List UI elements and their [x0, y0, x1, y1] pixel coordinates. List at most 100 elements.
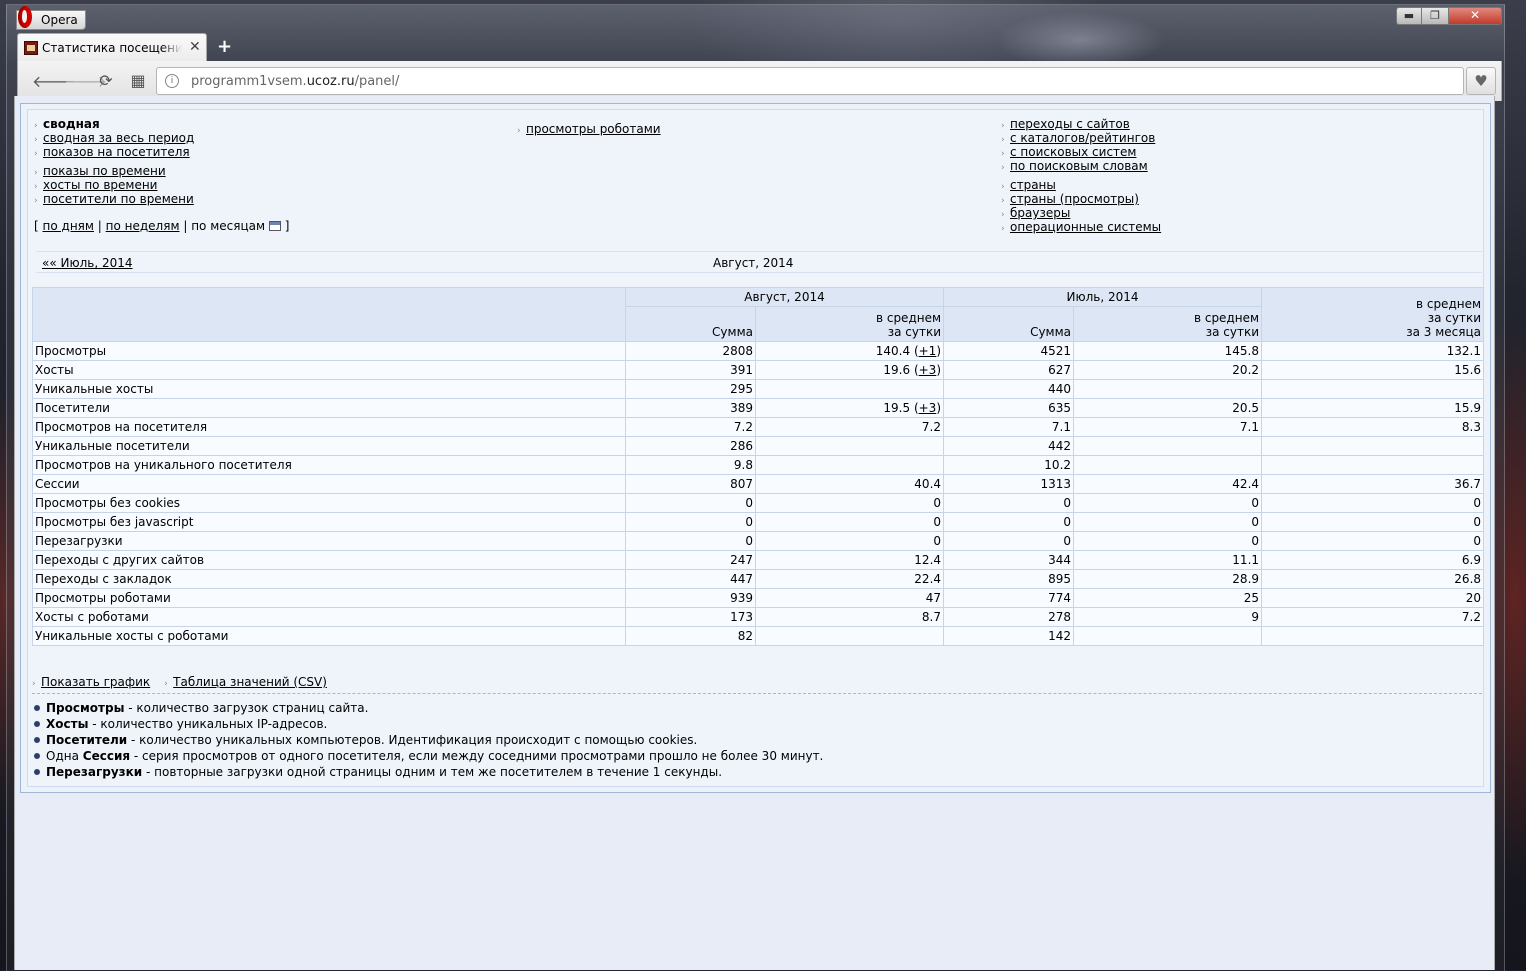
cell-avg-3-months: 7.2: [1261, 607, 1485, 627]
cell-aug-avg: [754, 626, 945, 646]
opera-menu-button[interactable]: Opera: [16, 6, 86, 30]
cell-aug-avg: [754, 455, 945, 475]
url-prefix: programm1vsem.: [191, 74, 307, 89]
minimize-button[interactable]: ▬: [1396, 7, 1422, 25]
cell-aug-avg: 140.4 (+1): [754, 341, 945, 361]
current-month-label: Август, 2014: [713, 256, 794, 270]
table-row: Переходы с других сайтов 247 12.4 344 11.1 6.…: [32, 550, 1485, 570]
header-jul-avg: в среднем за сутки: [1073, 306, 1263, 342]
period-by-months-label: по месяцам: [191, 219, 266, 233]
aug-avg-value: 0: [933, 534, 942, 548]
cell-aug-sum: 389: [625, 398, 756, 418]
aug-avg-value: 40.4: [914, 477, 942, 491]
period-by-weeks-link[interactable]: по неделям: [106, 219, 180, 233]
cell-jul-sum: 442: [943, 436, 1075, 456]
row-label: Просмотры роботами: [32, 588, 626, 608]
legend-description: - серия просмотров от одного посетителя,…: [130, 749, 824, 763]
paren: ): [936, 344, 942, 358]
forward-arrow-icon[interactable]: 🡒: [64, 71, 107, 91]
cell-aug-sum: 939: [625, 588, 756, 608]
address-bar[interactable]: i programm1vsem.ucoz.ru/panel/: [156, 67, 1464, 95]
aug-avg-value: 47: [925, 591, 942, 605]
table-row: Уникальные посетители 286 442: [32, 436, 1485, 456]
aug-avg-value: 19.6: [883, 363, 911, 377]
legend-prefix: Одна: [46, 749, 83, 763]
row-label: Уникальные посетители: [32, 436, 626, 456]
cell-jul-avg: 9: [1073, 607, 1263, 627]
row-label: Просмотров на уникального посетителя: [32, 455, 626, 475]
table-row: Посетители 389 19.5 (+3) 635 20.5 15.9: [32, 398, 1485, 418]
bullet-icon: [34, 737, 40, 743]
tab-stats[interactable]: Статистика посещений сайта ✕: [17, 33, 207, 61]
cell-jul-avg: 42.4: [1073, 474, 1263, 494]
table-row: Просмотров на посетителя 7.2 7.2 7.1 7.1 8.3: [32, 417, 1485, 437]
cell-jul-sum: 0: [943, 531, 1075, 551]
header-metric: [32, 287, 626, 342]
footer-links: › Показать график › Таблица значений (CSV): [32, 675, 327, 689]
legend-item: Хосты - количество уникальных IP-адресов…: [34, 716, 823, 732]
cell-avg-3-months: 20: [1261, 588, 1485, 608]
nav-item-robot-views[interactable]: › просмотры роботами: [517, 122, 661, 138]
aug-avg-value: 8.7: [921, 610, 942, 624]
cell-avg-3-months: 15.9: [1261, 398, 1485, 418]
cell-jul-avg: 145.8: [1073, 341, 1263, 361]
chevron-right-icon: ›: [34, 196, 38, 206]
chevron-right-icon: ›: [517, 126, 521, 136]
row-label: Хосты с роботами: [32, 607, 626, 627]
aug-delta-link[interactable]: +3: [919, 363, 937, 377]
nav-item-search-words[interactable]: › по поисковым словам: [1001, 159, 1148, 175]
prev-month-link[interactable]: «« Июль, 2014: [42, 256, 133, 270]
table-row: Просмотры роботами 939 47 774 25 20: [32, 588, 1485, 608]
row-label: Просмотры без javascript: [32, 512, 626, 532]
cell-avg-3-months: [1261, 379, 1485, 399]
back-arrow-icon[interactable]: 🡐: [32, 71, 75, 91]
new-tab-button[interactable]: +: [217, 36, 232, 57]
aug-delta-link[interactable]: +1: [919, 344, 937, 358]
header-august: Август, 2014: [624, 287, 945, 307]
cell-aug-sum: 0: [625, 512, 756, 532]
cell-aug-avg: [754, 379, 945, 399]
show-chart-link[interactable]: Показать график: [41, 675, 150, 689]
table-row: Уникальные хосты с роботами 82 142: [32, 626, 1485, 646]
divider: [36, 272, 1482, 273]
legend-item: Просмотры - количество загрузок страниц …: [34, 700, 823, 716]
reload-icon[interactable]: ⟳: [96, 71, 116, 90]
cell-aug-sum: 9.8: [625, 455, 756, 475]
csv-table-link[interactable]: Таблица значений (CSV): [173, 675, 327, 689]
legend-term: Сессия: [82, 749, 131, 763]
cell-jul-sum: 774: [943, 588, 1075, 608]
calendar-icon[interactable]: [268, 221, 281, 231]
cell-avg-3-months: [1261, 626, 1485, 646]
opera-logo-icon: [18, 6, 32, 28]
table-row: Хосты 391 19.6 (+3) 627 20.2 15.6: [32, 360, 1485, 380]
nav-item-visitors-time[interactable]: › посетители по времени: [34, 192, 194, 208]
cell-jul-sum: 142: [943, 626, 1075, 646]
nav-item-views-per-visitor[interactable]: › показов на посетителя: [34, 145, 190, 161]
cell-jul-avg: 0: [1073, 493, 1263, 513]
bookmark-heart-icon[interactable]: ♥: [1466, 67, 1496, 95]
cell-avg-3-months: 15.6: [1261, 360, 1485, 380]
tab-close-icon[interactable]: ✕: [189, 39, 201, 55]
period-by-days-link[interactable]: по дням: [43, 219, 94, 233]
table-row: Просмотры 2808 140.4 (+1) 4521 145.8 132.1: [32, 341, 1485, 361]
legend-term: Хосты: [46, 717, 89, 731]
maximize-button[interactable]: ❐: [1421, 7, 1449, 25]
cell-jul-sum: 278: [943, 607, 1075, 627]
close-window-button[interactable]: ✕: [1448, 7, 1502, 25]
header-july: Июль, 2014: [943, 287, 1263, 307]
cell-aug-sum: 2808: [625, 341, 756, 361]
nav-item-os[interactable]: › операционные системы: [1001, 220, 1161, 236]
cell-aug-avg: 12.4: [754, 550, 945, 570]
stats-panel: › сводная › сводная за весь период › показо…: [20, 103, 1491, 793]
site-info-icon[interactable]: i: [165, 74, 179, 88]
row-label: Перезагрузки: [32, 531, 626, 551]
row-label: Просмотры: [32, 341, 626, 361]
cell-jul-sum: 0: [943, 493, 1075, 513]
dashed-divider: [32, 693, 1482, 694]
speed-dial-icon[interactable]: ▦: [128, 71, 148, 90]
cell-avg-3-months: 6.9: [1261, 550, 1485, 570]
table-row: Сессии 807 40.4 1313 42.4 36.7: [32, 474, 1485, 494]
cell-jul-avg: 20.2: [1073, 360, 1263, 380]
cell-avg-3-months: 132.1: [1261, 341, 1485, 361]
aug-delta-link[interactable]: +3: [919, 401, 937, 415]
